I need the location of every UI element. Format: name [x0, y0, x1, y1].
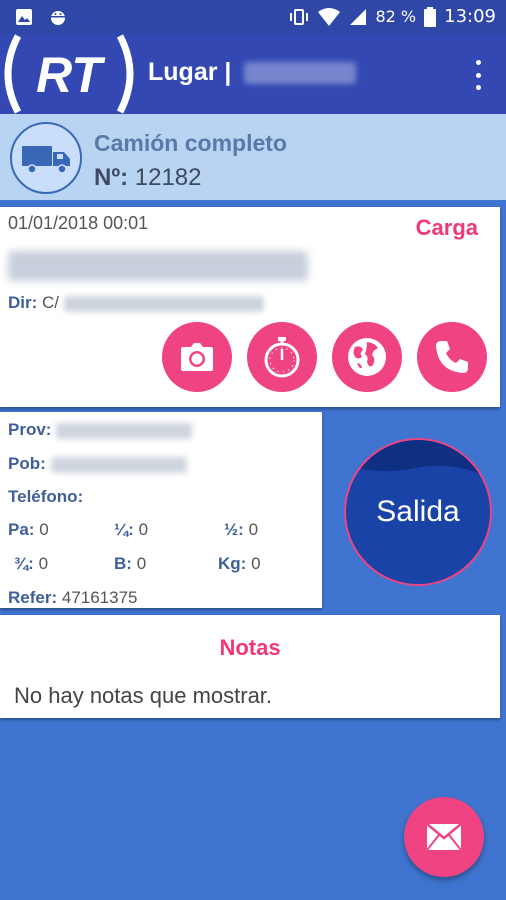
wifi-icon — [318, 7, 341, 26]
globe-icon — [348, 338, 386, 376]
boxes-field: B: 0 — [114, 554, 146, 574]
stop-card: 01/01/2018 00:01 Carga Dir: C/ — [0, 207, 500, 407]
notes-title: Notas — [219, 635, 281, 660]
half-value: 0 — [248, 520, 259, 539]
battery-percent: 82 % — [375, 7, 417, 26]
weight-field: Kg: 0 — [218, 554, 261, 574]
send-message-button[interactable] — [404, 797, 484, 877]
province-row: Prov: — [8, 420, 193, 440]
shipment-number: Nº: 12182 — [94, 164, 202, 192]
svg-text:RT: RT — [36, 47, 106, 103]
signal-icon — [350, 8, 367, 25]
salida-button[interactable]: Salida — [344, 438, 492, 586]
quarter-label: ¼: — [114, 520, 134, 539]
b-value: 0 — [136, 554, 147, 573]
phone-row: Teléfono: — [8, 487, 83, 507]
refer-label: Refer: — [8, 588, 58, 607]
stopwatch-icon — [264, 337, 300, 378]
reference-field: Refer: 47161375 — [8, 588, 138, 608]
map-button[interactable] — [332, 322, 402, 392]
town-row: Pob: — [8, 454, 187, 474]
three-quarter-value: 0 — [38, 554, 49, 573]
battery-icon — [424, 6, 437, 27]
stop-datetime: 01/01/2018 00:01 — [8, 213, 149, 233]
mail-icon — [426, 823, 462, 851]
prov-label: Prov: — [8, 420, 52, 439]
half-label: ½: — [224, 520, 244, 539]
quarter-field: ¼: 0 — [114, 520, 148, 540]
app-bar: RT Lugar | — [0, 34, 506, 114]
call-button[interactable] — [417, 322, 487, 392]
pa-value: 0 — [39, 520, 49, 539]
salida-label: Salida — [376, 495, 460, 528]
camera-icon — [181, 343, 213, 371]
place-name-redacted — [244, 62, 356, 84]
wave-decoration — [346, 440, 490, 479]
province-redacted — [56, 422, 193, 439]
dir-prefix: C/ — [42, 293, 60, 312]
dir-label: Dir: — [8, 293, 38, 312]
shipment-number-label: Nº: — [94, 164, 129, 191]
quarter-value: 0 — [138, 520, 149, 539]
town-redacted — [50, 456, 187, 473]
clock: 13:09 — [444, 6, 496, 27]
stop-address: Dir: C/ — [8, 293, 264, 313]
notes-empty-text: No hay notas que mostrar. — [14, 683, 273, 708]
refer-value: 47161375 — [61, 588, 138, 607]
truck-icon — [10, 122, 82, 194]
overflow-menu-icon[interactable] — [472, 60, 484, 90]
pallets-field: Pa: 0 — [8, 520, 49, 540]
stop-actions — [162, 322, 487, 392]
three-quarter-label: ¾: — [14, 554, 34, 573]
notes-card: Notas No hay notas que mostrar. — [0, 615, 500, 718]
address-redacted — [63, 295, 264, 312]
vibrate-icon — [290, 8, 309, 25]
rt-logo: RT — [4, 34, 134, 114]
stopwatch-button[interactable] — [247, 322, 317, 392]
three-quarter-field: ¾: 0 — [14, 554, 48, 574]
phone-icon — [436, 341, 468, 373]
pob-label: Pob: — [8, 454, 46, 473]
pa-label: Pa: — [8, 520, 35, 539]
shipment-header: Camión completo Nº: 12182 — [0, 114, 506, 200]
page-title: Lugar | — [148, 58, 232, 86]
shipment-type: Camión completo — [94, 130, 287, 156]
stop-details-card: Prov: Pob: Teléfono: Pa: 0 ¼: 0 ½: 0 ¾: … — [0, 412, 322, 608]
phone-label: Teléfono: — [8, 487, 84, 506]
status-bar: 82 % 13:09 — [0, 0, 506, 34]
company-name-redacted — [8, 251, 308, 281]
android-debug-icon — [51, 11, 65, 25]
shipment-number-value: 12182 — [134, 164, 202, 191]
half-field: ½: 0 — [224, 520, 258, 540]
camera-button[interactable] — [162, 322, 232, 392]
kg-label: Kg: — [218, 554, 247, 573]
kg-value: 0 — [251, 554, 261, 573]
image-icon — [16, 9, 32, 25]
b-label: B: — [114, 554, 132, 573]
stop-kind: Carga — [415, 215, 478, 240]
